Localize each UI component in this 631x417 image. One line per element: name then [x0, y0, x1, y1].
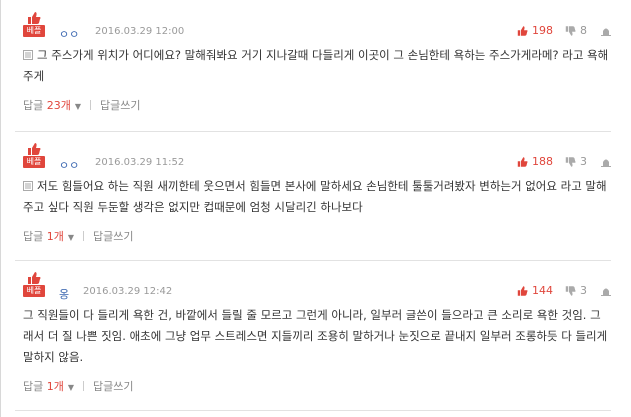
- reply-toggle[interactable]: 답글 1개 ▼: [23, 378, 74, 394]
- comment-body: 그 직원들이 다 들리게 욕한 건, 바깥에서 들릴 줄 모르고 그런게 아니라…: [23, 305, 611, 368]
- comment-item: 베플 ㅇㅇ 2016.03.29 11:52 188 3 저도 힘들어요 하는 …: [1, 131, 631, 260]
- author-name[interactable]: ㅇㅇ: [59, 157, 79, 173]
- thumbs-down-icon: [565, 285, 576, 296]
- best-comment-badge: 베플: [23, 12, 45, 37]
- comment-stats: 144 3: [505, 284, 611, 297]
- comment-item: 베플 옹 2016.03.29 12:42 144 3 그 직원들이 다 들리게…: [1, 260, 631, 410]
- thumbs-up-icon: [517, 285, 528, 296]
- upvote-count: 198: [532, 24, 553, 37]
- comment-header: 베플 옹 2016.03.29 12:42 144 3: [23, 260, 611, 302]
- author-name[interactable]: ㅇㅇ: [59, 26, 79, 42]
- reply-toggle[interactable]: 답글 23개 ▼: [23, 97, 81, 113]
- upvote-count: 144: [532, 284, 553, 297]
- comment-footer: 답글 1개 ▼ 답글쓰기: [23, 378, 611, 394]
- document-icon: [23, 181, 33, 191]
- divider: [83, 381, 85, 391]
- comment-footer: 답글 1개 ▼ 답글쓰기: [23, 228, 611, 244]
- comment-body: 그 주스가게 위치가 어디에요? 말해줘봐요 거기 지나갈때 다들리게 이곳이 …: [23, 45, 611, 87]
- comment-body: 저도 힘들어요 하는 직원 새끼한테 웃으면서 힘들면 본사에 말하세요 손님한…: [23, 176, 611, 218]
- chevron-down-icon: ▼: [74, 102, 82, 111]
- best-comment-badge: 베플: [23, 272, 45, 297]
- comment-stats: 198 8: [505, 24, 611, 37]
- thumbs-up-icon: [28, 143, 41, 155]
- downvote-count: 8: [580, 24, 587, 37]
- chevron-down-icon: ▼: [67, 233, 75, 242]
- comment-date: 2016.03.29 11:52: [95, 157, 185, 168]
- reply-label: 답글: [23, 380, 44, 393]
- downvote-button[interactable]: 8: [565, 24, 587, 37]
- upvote-button[interactable]: 198: [517, 24, 553, 37]
- thumbs-up-icon: [28, 12, 41, 24]
- siren-icon[interactable]: [601, 286, 611, 296]
- reply-label: 답글: [23, 99, 44, 112]
- write-reply-link[interactable]: 답글쓰기: [100, 97, 140, 113]
- comment-header: 베플 ㅇㅇ 2016.03.29 11:52 188 3: [23, 131, 611, 173]
- comment-text: 저도 힘들어요 하는 직원 새끼한테 웃으면서 힘들면 본사에 말하세요 손님한…: [23, 179, 607, 214]
- write-reply-link[interactable]: 답글쓰기: [93, 378, 133, 394]
- comment-date: 2016.03.29 12:00: [95, 26, 185, 37]
- thumbs-down-icon: [565, 156, 576, 167]
- thumbs-up-icon: [517, 25, 528, 36]
- divider: [15, 410, 611, 411]
- comment-text: 그 직원들이 다 들리게 욕한 건, 바깥에서 들릴 줄 모르고 그런게 아니라…: [23, 308, 608, 364]
- author-name[interactable]: 옹: [59, 286, 69, 302]
- downvote-count: 3: [580, 284, 587, 297]
- reply-toggle[interactable]: 답글 1개 ▼: [23, 228, 74, 244]
- best-label: 베플: [23, 25, 45, 37]
- thumbs-up-icon: [517, 156, 528, 167]
- upvote-button[interactable]: 188: [517, 155, 553, 168]
- downvote-count: 3: [580, 155, 587, 168]
- siren-icon[interactable]: [601, 26, 611, 36]
- comment-stats: 188 3: [505, 155, 611, 168]
- divider: [83, 231, 85, 241]
- reply-count: 23개: [46, 99, 71, 112]
- reply-count: 1개: [46, 380, 64, 393]
- comment-list: 베플 ㅇㅇ 2016.03.29 12:00 198 8 그 주스가게 위치가 …: [0, 0, 631, 417]
- comment-header: 베플 ㅇㅇ 2016.03.29 12:00 198 8: [23, 0, 611, 42]
- comment-date: 2016.03.29 12:42: [83, 286, 173, 297]
- divider: [90, 100, 92, 110]
- comment-item: 베플 ㅇㅇ 2016.03.29 12:00 198 8 그 주스가게 위치가 …: [1, 0, 631, 131]
- best-comment-badge: 베플: [23, 143, 45, 168]
- upvote-count: 188: [532, 155, 553, 168]
- best-label: 베플: [23, 156, 45, 168]
- downvote-button[interactable]: 3: [565, 155, 587, 168]
- thumbs-down-icon: [565, 25, 576, 36]
- upvote-button[interactable]: 144: [517, 284, 553, 297]
- chevron-down-icon: ▼: [67, 383, 75, 392]
- downvote-button[interactable]: 3: [565, 284, 587, 297]
- reply-label: 답글: [23, 230, 44, 243]
- comment-footer: 답글 23개 ▼ 답글쓰기: [23, 97, 611, 113]
- reply-count: 1개: [46, 230, 64, 243]
- document-icon: [23, 50, 33, 60]
- write-reply-link[interactable]: 답글쓰기: [93, 228, 133, 244]
- siren-icon[interactable]: [601, 157, 611, 167]
- best-label: 베플: [23, 285, 45, 297]
- comment-text: 그 주스가게 위치가 어디에요? 말해줘봐요 거기 지나갈때 다들리게 이곳이 …: [23, 48, 609, 83]
- thumbs-up-icon: [28, 272, 41, 284]
